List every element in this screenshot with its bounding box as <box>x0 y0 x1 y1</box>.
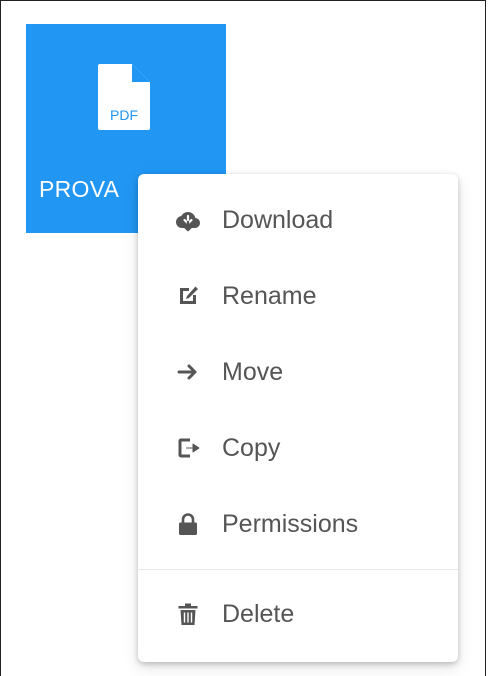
menu-item-rename[interactable]: Rename <box>138 266 458 326</box>
menu-item-label: Download <box>222 205 334 234</box>
edit-icon <box>176 284 200 308</box>
pdf-file-icon: PDF <box>98 64 150 130</box>
menu-item-label: Rename <box>222 281 317 310</box>
menu-item-label: Delete <box>222 599 295 628</box>
context-menu: Download Rename Move Copy Permissions De… <box>138 174 458 662</box>
arrow-right-icon <box>176 360 200 384</box>
file-type-label: PDF <box>110 107 138 123</box>
trash-icon <box>176 602 200 626</box>
menu-item-label: Move <box>222 357 284 386</box>
cloud-download-icon <box>176 208 200 232</box>
file-name: PROVA <box>39 176 120 202</box>
menu-item-permissions[interactable]: Permissions <box>138 494 458 554</box>
menu-item-label: Copy <box>222 433 281 462</box>
menu-item-label: Permissions <box>222 509 359 538</box>
menu-item-copy[interactable]: Copy <box>138 418 458 478</box>
copy-icon <box>176 436 200 460</box>
menu-item-delete[interactable]: Delete <box>138 584 458 644</box>
lock-icon <box>176 512 200 536</box>
menu-item-move[interactable]: Move <box>138 342 458 402</box>
app-frame: PDF PROVA Download Rename Move Copy Perm… <box>0 0 486 676</box>
menu-divider <box>138 569 458 570</box>
menu-item-download[interactable]: Download <box>138 190 458 250</box>
